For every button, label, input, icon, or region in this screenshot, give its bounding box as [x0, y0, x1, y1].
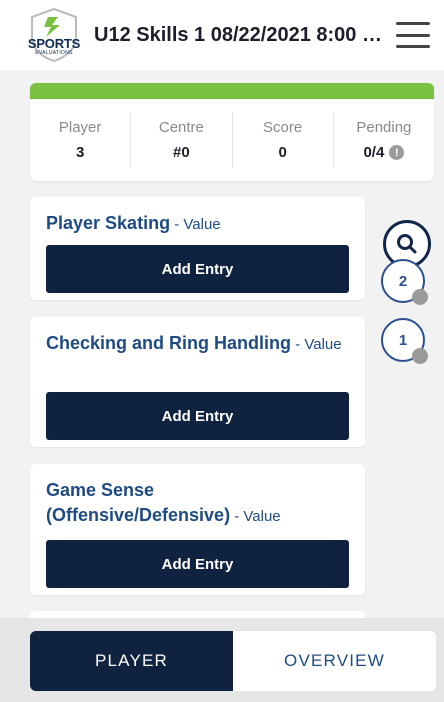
stat-value: 0 — [278, 144, 287, 161]
skill-name: Game Sense (Offensive/Defensive) — [46, 480, 231, 525]
add-entry-button[interactable]: Add Entry — [46, 392, 349, 440]
skill-card-player-skating: Player Skating - Value Add Entry — [30, 197, 365, 300]
count-value: 2 — [398, 272, 408, 290]
stat-label: Centre — [158, 119, 204, 136]
menu-line — [396, 45, 430, 48]
count-value: 1 — [398, 331, 408, 349]
menu-line — [396, 33, 430, 37]
bottom-tab-bar: PLAYER OVERVIEW — [30, 631, 436, 691]
skill-suffix: - Value — [170, 216, 221, 233]
stat-player: Player 3 — [30, 112, 132, 168]
hamburger-menu-icon[interactable] — [396, 22, 430, 48]
logo-text: SPORTS — [27, 36, 81, 51]
stat-pending: Pending 0/4 ! — [334, 112, 434, 168]
stats-row: Player 3 Centre #0 Score 0 Pending 0/4 ! — [30, 99, 434, 181]
page-title: U12 Skills 1 08/22/2021 8:00 PM — [94, 23, 382, 46]
sports-evaluations-logo[interactable]: SPORTS EVALUATIONS — [16, 7, 92, 63]
add-entry-button[interactable]: Add Entry — [46, 245, 349, 293]
skill-title: Game Sense (Offensive/Defensive) - Value — [46, 478, 336, 529]
skill-name: Player Skating — [46, 213, 171, 233]
session-stats-card: Player 3 Centre #0 Score 0 Pending 0/4 ! — [30, 83, 434, 181]
skill-name: Checking and Ring Handling — [46, 333, 292, 353]
skill-title: Checking and Ring Handling - Value — [46, 331, 349, 357]
info-icon[interactable]: ! — [389, 145, 405, 160]
stat-centre: Centre #0 — [131, 112, 233, 168]
skill-card-game-sense: Game Sense (Offensive/Defensive) - Value… — [30, 464, 365, 595]
skill-suffix: - Value — [291, 336, 342, 353]
stat-value: #0 — [173, 144, 190, 161]
player-count-button[interactable]: 2 — [381, 259, 428, 305]
progress-bar — [30, 83, 434, 99]
app-header: SPORTS EVALUATIONS U12 Skills 1 08/22/20… — [0, 0, 444, 70]
add-entry-button[interactable]: Add Entry — [46, 540, 349, 588]
stat-score: Score 0 — [233, 112, 334, 168]
search-icon — [397, 234, 417, 254]
player-count-button[interactable]: 1 — [381, 318, 428, 364]
skill-suffix: - Value — [230, 508, 281, 525]
stat-label: Player — [58, 119, 102, 136]
info-badge-icon — [412, 348, 428, 364]
stat-label: Pending — [356, 119, 412, 136]
stat-label: Score — [263, 119, 303, 136]
stat-value-pending: 0/4 ! — [363, 144, 405, 161]
stat-value: 3 — [75, 144, 85, 161]
info-badge-icon — [412, 289, 428, 305]
logo-subtext: EVALUATIONS — [35, 50, 73, 56]
skill-card-checking-ring-handling: Checking and Ring Handling - Value Add E… — [30, 317, 365, 447]
tab-overview[interactable]: OVERVIEW — [233, 631, 436, 691]
menu-line — [396, 22, 430, 25]
pending-count: 0/4 — [363, 144, 385, 161]
app-screen: SPORTS EVALUATIONS U12 Skills 1 08/22/20… — [0, 0, 444, 702]
tab-player[interactable]: PLAYER — [30, 631, 233, 691]
skill-title: Player Skating - Value — [46, 211, 349, 237]
